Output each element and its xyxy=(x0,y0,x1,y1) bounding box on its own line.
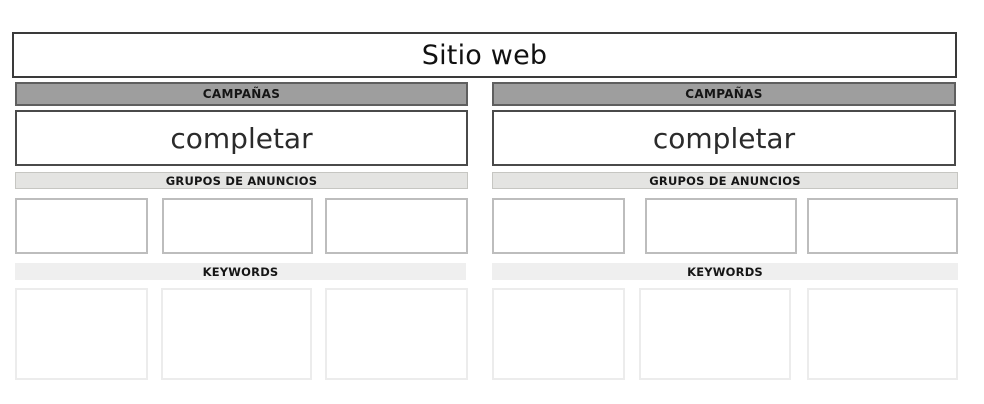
campaign-box-left: completar xyxy=(15,110,468,166)
ad-group-box-right-3 xyxy=(807,198,958,254)
keywords-header-label: KEYWORDS xyxy=(687,264,763,279)
ad-groups-header-label: GRUPOS DE ANUNCIOS xyxy=(649,173,801,188)
campaign-header-label: CAMPAÑAS xyxy=(685,87,763,101)
campaign-box-right: completar xyxy=(492,110,956,166)
ad-group-box-left-1 xyxy=(15,198,148,254)
ad-groups-header-right: GRUPOS DE ANUNCIOS xyxy=(492,172,958,189)
ad-group-box-right-1 xyxy=(492,198,625,254)
campaign-value: completar xyxy=(652,121,796,155)
ad-group-box-right-2 xyxy=(645,198,797,254)
campaign-header-left: CAMPAÑAS xyxy=(15,82,468,106)
keyword-box-left-3 xyxy=(325,288,468,380)
site-box: Sitio web xyxy=(12,32,957,78)
keyword-box-left-2 xyxy=(161,288,312,380)
site-label: Sitio web xyxy=(421,39,548,71)
keyword-box-right-3 xyxy=(807,288,958,380)
campaign-value: completar xyxy=(170,121,313,155)
keywords-header-left: KEYWORDS xyxy=(15,263,466,280)
keyword-box-left-1 xyxy=(15,288,148,380)
ad-groups-header-label: GRUPOS DE ANUNCIOS xyxy=(165,173,318,188)
keyword-box-right-1 xyxy=(492,288,625,380)
campaign-header-label: CAMPAÑAS xyxy=(202,87,281,101)
keyword-box-right-2 xyxy=(639,288,791,380)
ad-group-box-left-2 xyxy=(162,198,313,254)
campaign-header-right: CAMPAÑAS xyxy=(492,82,956,106)
keywords-header-label: KEYWORDS xyxy=(202,264,279,279)
ad-groups-header-left: GRUPOS DE ANUNCIOS xyxy=(15,172,468,189)
keywords-header-right: KEYWORDS xyxy=(492,263,958,280)
ad-group-box-left-3 xyxy=(325,198,468,254)
